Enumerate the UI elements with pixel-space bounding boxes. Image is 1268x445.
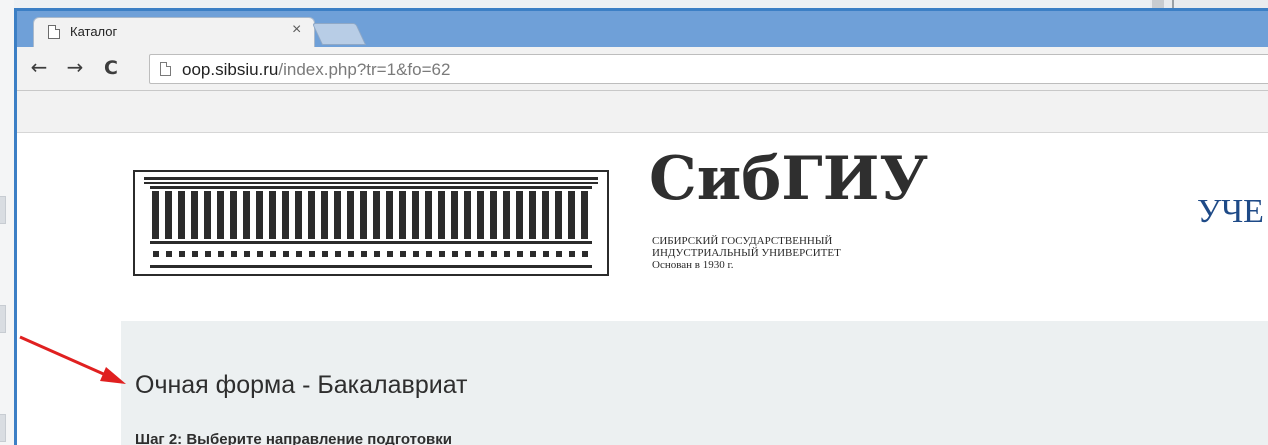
left-strip-handle [0,196,6,224]
step-instruction: Шаг 2: Выберите направление подготовки [135,431,452,445]
brand-sub-line: СИБИРСКИЙ ГОСУДАРСТВЕННЫЙ [652,235,833,247]
back-icon[interactable]: ← [27,55,51,79]
brand-sub-line: ИНДУСТРИАЛЬНЫЙ УНИВЕРСИТЕТ [652,247,841,259]
bookmarks-bar [17,91,1268,133]
browser-toolbar: ← → C oop.sibsiu.ru/index.php?tr=1&fo=62 [17,47,1268,91]
new-tab-button[interactable] [311,23,367,45]
header-right-text: УЧЕ [1197,193,1264,230]
url-path: /index.php?tr=1&fo=62 [278,60,451,79]
reload-icon[interactable]: C [99,57,123,79]
address-bar[interactable]: oop.sibsiu.ru/index.php?tr=1&fo=62 [149,54,1268,84]
page-content: СибГИУ СИБИРСКИЙ ГОСУДАРСТВЕННЫЙ ИНДУСТР… [17,133,1268,445]
university-building-icon [133,170,609,276]
content-panel: Очная форма - Бакалавриат Шаг 2: Выберит… [121,321,1268,445]
browser-titlebar: Каталог × [17,11,1268,47]
page-icon [160,62,171,76]
left-slide-strip [0,0,14,445]
tab-catalog[interactable]: Каталог × [33,17,315,47]
brand-sub-line: Основан в 1930 г. [652,259,734,271]
left-strip-handle [0,414,6,442]
page-icon [48,25,60,39]
page-title: Очная форма - Бакалавриат [135,371,468,399]
left-strip-handle [0,305,6,333]
tab-title: Каталог [70,24,118,39]
brand-name: СибГИУ [649,144,929,214]
browser-window: Каталог × ← → C oop.sibsiu.ru/index.php?… [14,8,1268,445]
forward-icon[interactable]: → [63,55,87,79]
url-host: oop.sibsiu.ru [182,60,279,79]
address-url[interactable]: oop.sibsiu.ru/index.php?tr=1&fo=62 [182,60,450,80]
close-icon[interactable]: × [292,21,301,39]
brand-subtitle: СИБИРСКИЙ ГОСУДАРСТВЕННЫЙ ИНДУСТРИАЛЬНЫЙ… [652,235,841,271]
